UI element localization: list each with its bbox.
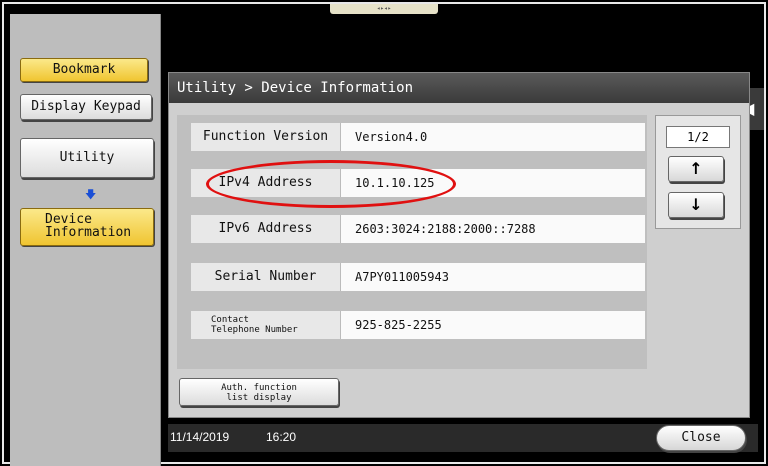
panel-title: Utility > Device Information bbox=[169, 73, 749, 103]
row-label: Serial Number bbox=[191, 263, 341, 291]
bookmark-button[interactable]: Bookmark bbox=[20, 58, 148, 82]
row-label: IPv6 Address bbox=[191, 215, 341, 243]
utility-button[interactable]: Utility bbox=[20, 138, 154, 178]
row-value: Version4.0 bbox=[341, 123, 645, 151]
arrow-down-icon: ↓ bbox=[689, 195, 703, 214]
arrow-up-icon: ↑ bbox=[689, 159, 703, 178]
pager: 1/2 ↑ ↓ bbox=[655, 115, 741, 229]
top-handle: ◂▸◂▸ bbox=[330, 4, 438, 14]
info-area: Function Version Version4.0 IPv4 Address… bbox=[177, 115, 647, 369]
page-up-button[interactable]: ↑ bbox=[668, 156, 724, 182]
device-info-panel: Utility > Device Information Function Ve… bbox=[168, 72, 750, 418]
info-row-ipv4: IPv4 Address 10.1.10.125 bbox=[191, 169, 645, 197]
row-label: Function Version bbox=[191, 123, 341, 151]
status-date: 11/14/2019 bbox=[170, 430, 230, 444]
info-row-function-version: Function Version Version4.0 bbox=[191, 123, 645, 151]
sidebar: Bookmark Display Keypad Utility 🡇 Device… bbox=[10, 14, 161, 466]
page-down-button[interactable]: ↓ bbox=[668, 192, 724, 218]
device-information-button[interactable]: Device Information bbox=[20, 208, 154, 246]
page-indicator: 1/2 bbox=[666, 126, 730, 148]
close-button[interactable]: Close bbox=[656, 425, 746, 451]
status-bar: 11/14/2019 16:20 Close bbox=[168, 424, 758, 452]
row-label: IPv4 Address bbox=[191, 169, 341, 197]
status-time: 16:20 bbox=[266, 430, 297, 444]
row-value: 2603:3024:2188:2000::7288 bbox=[341, 215, 645, 243]
info-row-ipv6: IPv6 Address 2603:3024:2188:2000::7288 bbox=[191, 215, 645, 243]
row-label: Contact Telephone Number bbox=[191, 311, 341, 339]
row-value: 925-825-2255 bbox=[341, 311, 645, 339]
info-row-contact-phone: Contact Telephone Number 925-825-2255 bbox=[191, 311, 645, 339]
auth-function-list-button[interactable]: Auth. function list display bbox=[179, 378, 339, 406]
info-row-serial: Serial Number A7PY011005943 bbox=[191, 263, 645, 291]
device-screen: ◂▸◂▸ Bookmark Display Keypad Utility 🡇 D… bbox=[0, 0, 768, 466]
display-keypad-button[interactable]: Display Keypad bbox=[20, 94, 152, 120]
flow-arrow-icon: 🡇 bbox=[85, 188, 97, 201]
row-value: A7PY011005943 bbox=[341, 263, 645, 291]
row-value: 10.1.10.125 bbox=[341, 169, 645, 197]
